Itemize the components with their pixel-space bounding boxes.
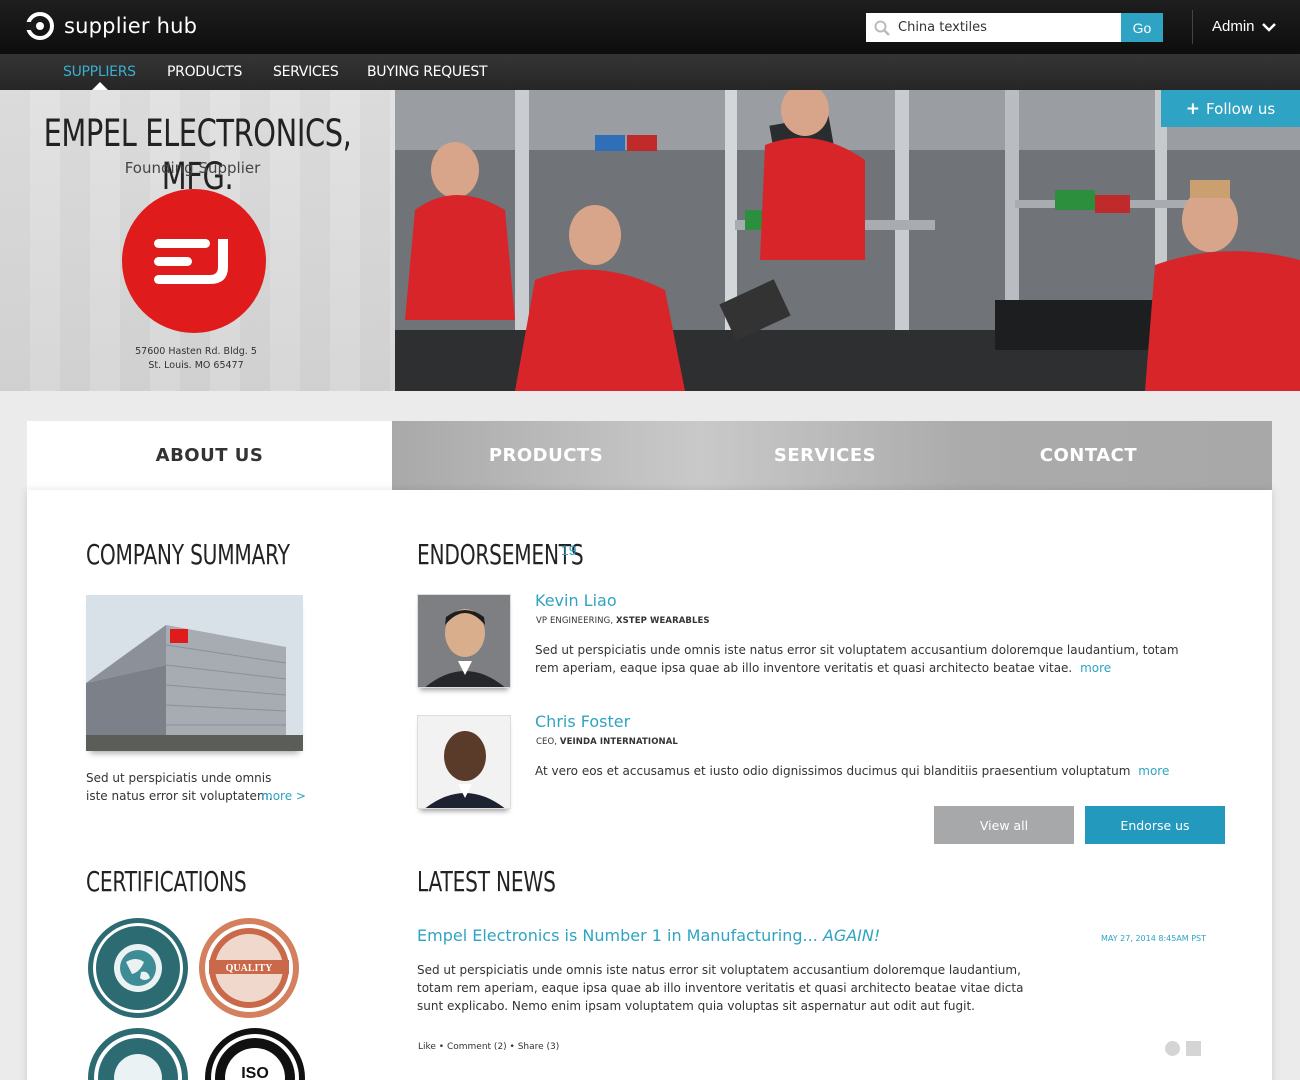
company-logo-mark [154, 239, 228, 284]
app-name: supplier hub [64, 14, 198, 38]
company-summary-text: Sed ut perspiciatis unde omnis iste natu… [86, 771, 273, 803]
avatar[interactable] [417, 594, 511, 688]
nav-active-indicator [92, 82, 108, 90]
certifications-title: CERTIFICATIONS [86, 865, 247, 898]
view-all-button[interactable]: View all [934, 806, 1074, 844]
endorsement-more-link[interactable]: more [1138, 764, 1169, 778]
pager-dot[interactable] [1165, 1041, 1180, 1056]
follow-label: Follow us [1206, 99, 1276, 118]
news-headline-text: Empel Electronics is Number 1 in Manufac… [417, 926, 823, 945]
plus-icon: + [1185, 98, 1201, 119]
svg-text:QUALITY: QUALITY [226, 963, 273, 974]
minimum-age-badge-icon [88, 1028, 188, 1080]
news-pager [1165, 1041, 1201, 1056]
kevin-liao-photo [418, 595, 510, 687]
news-headline-emphasis: AGAIN! [822, 926, 881, 945]
nav-suppliers[interactable]: SUPPLIERS [63, 64, 136, 80]
search-input[interactable] [898, 20, 1113, 35]
building-illustration [86, 595, 303, 751]
endorsements-title: ENDORSEMENTS [417, 538, 584, 571]
social-responsibility-badge-icon [88, 918, 188, 1018]
company-name: EMPEL ELECTRONICS, MFG. [43, 112, 352, 198]
nav-services[interactable]: SERVICES [273, 64, 339, 80]
search-box [866, 13, 1121, 42]
tab-contact[interactable]: CONTACT [950, 421, 1227, 490]
nav-products[interactable]: PRODUCTS [167, 64, 242, 80]
endorser-role: CEO, [536, 737, 558, 747]
latest-news-title: LATEST NEWS [417, 865, 556, 898]
company-summary-title: COMPANY SUMMARY [86, 538, 290, 571]
endorser-org: VEINDA INTERNATIONAL [559, 737, 678, 747]
company-tagline: Founding Supplier [124, 159, 261, 177]
address-line-1: 57600 Hasten Rd. Bldg. 5 [135, 346, 257, 357]
company-header: EMPEL ELECTRONICS, MFG. Founding Supplie… [0, 90, 395, 391]
search-go-button[interactable]: Go [1121, 13, 1163, 42]
search-bar: Go [866, 13, 1163, 42]
nav-buying-request[interactable]: BUYING REQUEST [367, 64, 488, 80]
endorsement-text: Sed ut perspiciatis unde omnis iste natu… [535, 641, 1195, 677]
news-actions[interactable]: Like • Comment (2) • Share (3) [418, 1042, 559, 1052]
endorser-role: VP ENGINEERING, [536, 616, 614, 626]
endorse-us-button[interactable]: Endorse us [1085, 806, 1225, 844]
divider [1192, 10, 1193, 44]
tab-services[interactable]: SERVICES [700, 421, 950, 490]
tab-products[interactable]: PRODUCTS [392, 421, 700, 490]
tab-about-us[interactable]: ABOUT US [27, 421, 392, 490]
quality-badge-icon: QUALITY [199, 918, 299, 1018]
company-logo [122, 189, 266, 333]
avatar[interactable] [417, 715, 511, 809]
company-address: 57600 Hasten Rd. Bldg. 5 St. Louis. MO 6… [0, 345, 392, 373]
admin-label: Admin [1212, 18, 1255, 35]
news-date: MAY 27, 2014 8:45AM PST [1101, 934, 1207, 943]
chris-foster-photo [418, 716, 510, 808]
company-building-photo [86, 595, 303, 751]
svg-text:ISO: ISO [241, 1065, 269, 1080]
iso-badge-icon: ISO [205, 1028, 305, 1080]
logo[interactable]: supplier hub [26, 12, 197, 40]
hero-banner: EMPEL ELECTRONICS, MFG. Founding Supplie… [0, 90, 1300, 391]
news-headline[interactable]: Empel Electronics is Number 1 in Manufac… [417, 926, 880, 945]
search-icon [874, 20, 890, 36]
top-bar: supplier hub Go Admin [0, 0, 1300, 54]
factory-photo-illustration [395, 90, 1300, 391]
endorsement-body: At vero eos et accusamus et iusto odio d… [535, 764, 1131, 778]
factory-photo [395, 90, 1300, 391]
news-body: Sed ut perspiciatis unde omnis iste natu… [417, 963, 1024, 1013]
follow-button[interactable]: + Follow us [1161, 90, 1300, 127]
pager-square[interactable] [1186, 1041, 1201, 1056]
endorser-org: XSTEP WEARABLES [615, 616, 710, 626]
endorsement-more-link[interactable]: more [1080, 661, 1111, 675]
summary-more-link[interactable]: more > [261, 789, 306, 803]
address-line-2: St. Louis. MO 65477 [148, 360, 244, 371]
endorsement-text: At vero eos et accusamus et iusto odio d… [535, 762, 1195, 780]
endorser-title: VP ENGINEERING, XSTEP WEARABLES [536, 616, 710, 626]
logo-icon [26, 12, 54, 40]
endorsements-count: 19 [561, 542, 577, 558]
endorser-name[interactable]: Kevin Liao [535, 591, 617, 610]
endorser-name[interactable]: Chris Foster [535, 712, 630, 731]
profile-tabs: ABOUT US PRODUCTS SERVICES CONTACT [27, 421, 1272, 490]
chevron-down-icon [1261, 22, 1276, 32]
admin-menu[interactable]: Admin [1212, 18, 1277, 35]
main-nav: SUPPLIERS PRODUCTS SERVICES BUYING REQUE… [0, 54, 1300, 90]
endorser-title: CEO, VEINDA INTERNATIONAL [536, 737, 678, 747]
